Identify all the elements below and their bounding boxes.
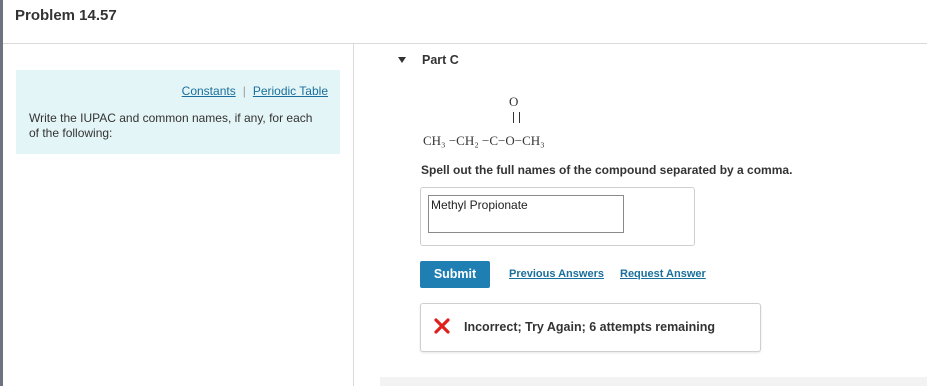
- x-mark-icon: [434, 318, 450, 334]
- answer-input[interactable]: Methyl Propionate: [428, 195, 624, 233]
- triangle-down-icon[interactable]: [398, 57, 406, 63]
- next-section-strip: [380, 377, 927, 386]
- left-edge-bar: [0, 0, 3, 386]
- chemical-formula: O CH₃ −CH₂ −C−O−CH₃: [423, 94, 623, 154]
- request-answer-link[interactable]: Request Answer: [620, 268, 706, 280]
- answer-value: Methyl Propionate: [431, 198, 528, 212]
- feedback-box: Incorrect; Try Again; 6 attempts remaini…: [420, 303, 761, 352]
- column-divider: [353, 44, 354, 386]
- double-bond: [513, 112, 520, 123]
- resource-links: Constants | Periodic Table: [182, 84, 328, 98]
- feedback-text: Incorrect; Try Again; 6 attempts remaini…: [464, 320, 715, 334]
- constants-link[interactable]: Constants: [182, 84, 236, 98]
- periodic-table-link[interactable]: Periodic Table: [253, 84, 328, 98]
- page-title: Problem 14.57: [15, 7, 117, 24]
- instructions-text: Write the IUPAC and common names, if any…: [29, 111, 313, 140]
- link-separator: |: [242, 84, 246, 98]
- formula-chain: CH₃ −CH₂ −C−O−CH₃: [423, 133, 545, 148]
- part-title[interactable]: Part C: [422, 53, 459, 67]
- formula-oxygen: O: [509, 94, 519, 109]
- submit-button[interactable]: Submit: [420, 261, 490, 288]
- question-prompt: Spell out the full names of the compound…: [421, 163, 793, 177]
- resources-panel: Constants | Periodic Table Write the IUPAC…: [16, 70, 340, 154]
- header-divider: [3, 43, 927, 44]
- answer-container: Methyl Propionate: [420, 187, 695, 246]
- previous-answers-link[interactable]: Previous Answers: [509, 268, 604, 280]
